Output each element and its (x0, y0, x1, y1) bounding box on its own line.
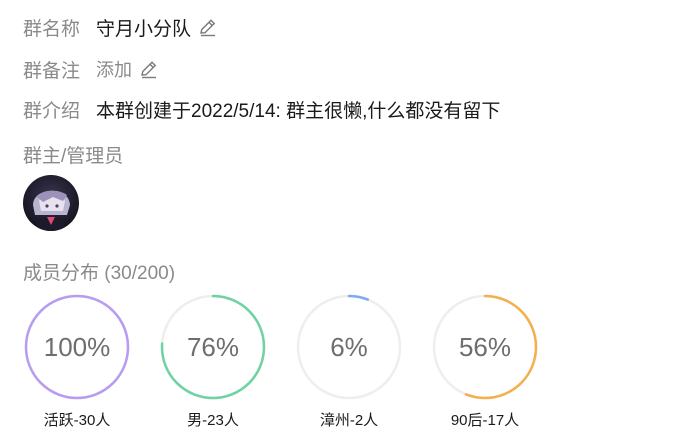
group-intro-label: 群介绍 (23, 100, 81, 122)
admin-avatar[interactable] (23, 175, 79, 231)
location-percent: 6% (330, 332, 368, 362)
active-percent: 100% (43, 332, 111, 362)
stat-age: 56% 90后-17人 (431, 293, 539, 429)
location-caption: 漳州-2人 (319, 412, 379, 429)
add-note-link[interactable]: 添加 (96, 56, 132, 82)
male-caption: 男-23人 (187, 412, 239, 429)
admins-label: 群主/管理员 (23, 146, 124, 167)
age-caption: 90后-17人 (450, 412, 520, 429)
member-distribution-title: 成员分布 (30/200) (23, 263, 176, 284)
edit-pencil-icon[interactable] (138, 58, 160, 80)
group-intro-value: 本群创建于2022/5/14: 群主很懒,什么都没有留下 (96, 100, 501, 122)
active-caption: 活跃-30人 (43, 412, 111, 429)
group-name-label: 群名称 (23, 18, 81, 40)
group-note-row: 群备注 添加 (23, 56, 160, 82)
male-percent: 76% (186, 332, 240, 362)
age-percent: 56% (458, 332, 512, 362)
stat-male: 76% 男-23人 (159, 293, 267, 429)
stat-location: 6% 漳州-2人 (295, 293, 403, 429)
group-name-row: 群名称 守月小分队 (23, 14, 219, 40)
group-name-value: 守月小分队 (96, 18, 192, 40)
group-note-label: 群备注 (23, 60, 81, 82)
edit-pencil-icon[interactable] (197, 16, 219, 38)
stat-active: 100% 活跃-30人 (23, 293, 131, 429)
group-intro-row: 群介绍 本群创建于2022/5/14: 群主很懒,什么都没有留下 (23, 96, 500, 122)
